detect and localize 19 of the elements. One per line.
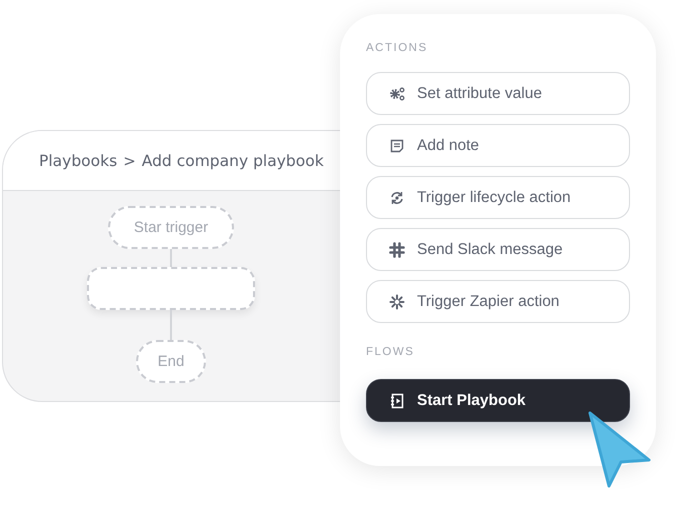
note-icon: [389, 138, 405, 154]
hash-icon: [389, 242, 405, 258]
gears-icon: [389, 86, 405, 102]
action-button[interactable]: Trigger lifecycle action: [366, 176, 630, 219]
breadcrumb-item[interactable]: Add company playbook: [142, 152, 324, 170]
action-button[interactable]: Set attribute value: [366, 72, 630, 115]
action-button[interactable]: Start Playbook: [366, 379, 630, 422]
empty-node[interactable]: [87, 267, 255, 310]
section-title: ACTIONS: [366, 42, 429, 54]
action-button[interactable]: Trigger Zapier action: [366, 280, 630, 323]
breadcrumb-item[interactable]: Playbooks: [39, 152, 118, 170]
cursor-icon: [587, 410, 653, 488]
breadcrumb-separator: >: [123, 152, 136, 170]
cycle-icon: [389, 190, 405, 206]
playbook-icon: [389, 392, 405, 408]
action-button[interactable]: Add note: [366, 124, 630, 167]
action-button[interactable]: Send Slack message: [366, 228, 630, 271]
section-title: FLOWS: [366, 346, 416, 358]
asterisk-icon: [389, 294, 405, 310]
